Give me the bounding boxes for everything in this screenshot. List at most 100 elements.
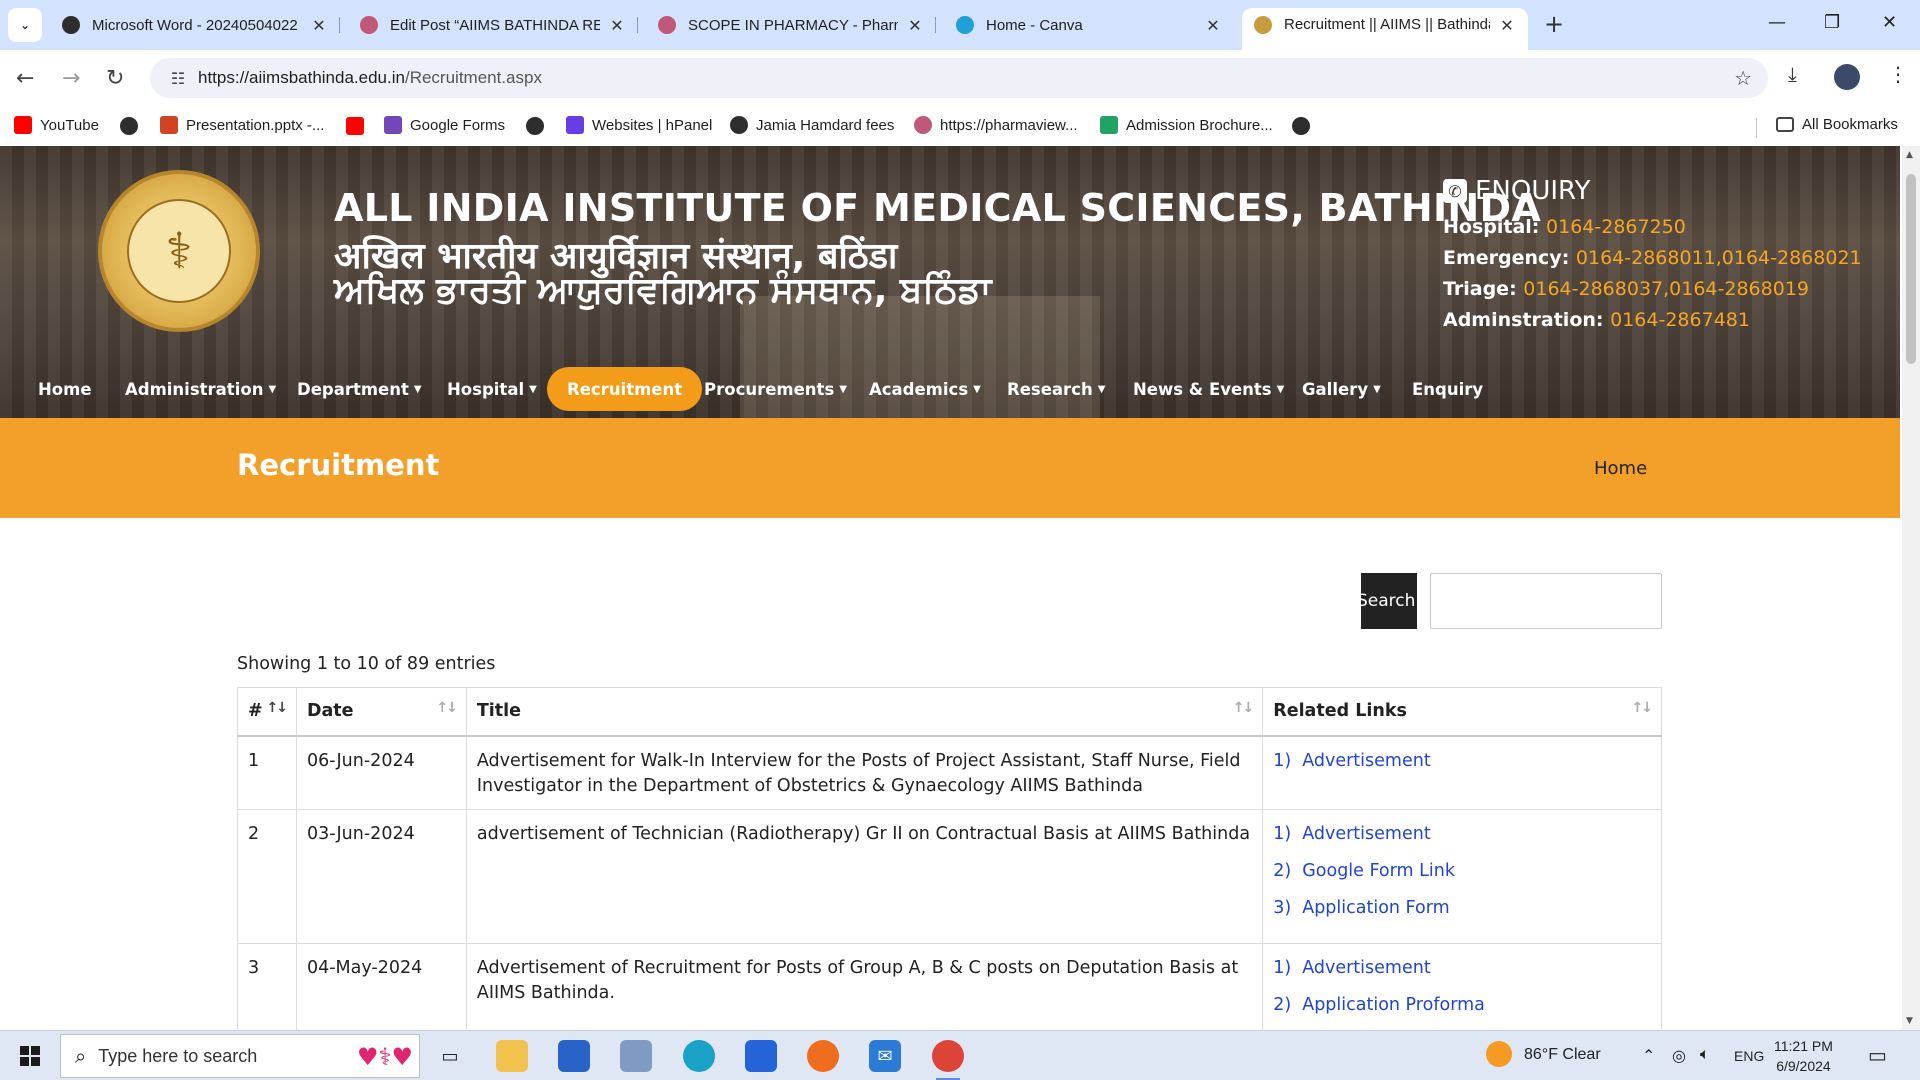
youtube-icon[interactable] xyxy=(346,117,364,135)
globe-icon[interactable] xyxy=(1292,117,1310,135)
tab-scope-in-pharmacy[interactable]: SCOPE IN PHARMACY - Pharma ✕ xyxy=(646,8,936,42)
close-icon[interactable]: ✕ xyxy=(906,16,924,35)
nav-recruitment[interactable]: Recruitment xyxy=(547,367,703,411)
address-bar[interactable]: ☷ https://aiimsbathinda.edu.in/Recruitme… xyxy=(150,58,1768,98)
search-input[interactable] xyxy=(1430,573,1662,629)
chevron-down-icon: ▼ xyxy=(529,383,537,395)
tab-canva[interactable]: Home - Canva ✕ xyxy=(944,8,1234,42)
reload-button[interactable]: ↻ xyxy=(106,66,124,91)
page-scrollbar[interactable]: ▲ ▼ xyxy=(1902,146,1920,1030)
caduceus-icon: ⚕ xyxy=(127,199,231,303)
nav-gallery[interactable]: Gallery ▼ xyxy=(1302,367,1381,411)
search-icon: ⌕ xyxy=(75,1044,87,1068)
column-header-number[interactable]: # ↑↓ xyxy=(237,687,297,737)
link-google-form[interactable]: 2) Google Form Link xyxy=(1273,859,1651,884)
nav-research[interactable]: Research ▼ xyxy=(1007,367,1105,411)
firefox-icon[interactable] xyxy=(807,1040,839,1072)
nav-academics[interactable]: Academics ▼ xyxy=(869,367,981,411)
close-icon[interactable]: ✕ xyxy=(310,16,328,35)
download-icon[interactable]: ⤓ xyxy=(1788,62,1797,86)
link-application-proforma[interactable]: 2) Application Proforma xyxy=(1273,993,1651,1018)
link-advertisement[interactable]: 1) Advertisement xyxy=(1273,956,1651,981)
sort-icon: ↑↓ xyxy=(436,700,458,716)
taskbar-search[interactable]: ⌕ Type here to search ♥⚕♥ xyxy=(60,1034,420,1078)
chrome-icon[interactable] xyxy=(932,1040,964,1080)
mail-icon[interactable]: ✉ xyxy=(869,1040,901,1072)
bookmark-pharmaview[interactable]: https://pharmaview... xyxy=(914,116,1078,134)
forward-button[interactable]: → xyxy=(62,66,80,91)
bookmark-jamia-hamdard[interactable]: Jamia Hamdard fees xyxy=(730,116,894,134)
task-view-icon[interactable]: ▭ xyxy=(434,1040,466,1072)
language-indicator[interactable]: ENG xyxy=(1734,1048,1764,1064)
close-icon[interactable]: ✕ xyxy=(1498,16,1516,35)
tab-microsoft-word[interactable]: Microsoft Word - 20240504022 ✕ xyxy=(50,8,340,42)
globe-icon[interactable] xyxy=(120,117,138,135)
tab-search-button[interactable]: ⌄ xyxy=(8,8,42,42)
enquiry-hospital: Hospital: 0164-2867250 xyxy=(1443,216,1686,238)
network-icon[interactable]: ◎ xyxy=(1672,1046,1686,1066)
nav-department[interactable]: Department ▼ xyxy=(297,367,422,411)
google-forms-icon xyxy=(384,116,402,134)
row-number: 3 xyxy=(237,942,297,1030)
nav-home[interactable]: Home xyxy=(38,367,92,411)
bookmark-star-icon[interactable]: ☆ xyxy=(1734,66,1752,90)
column-header-related-links[interactable]: Related Links ↑↓ xyxy=(1262,687,1662,737)
restore-button[interactable]: ❐ xyxy=(1824,12,1840,33)
new-tab-button[interactable]: + xyxy=(1544,10,1564,38)
profile-avatar[interactable] xyxy=(1834,64,1860,90)
microsoft-store-icon[interactable] xyxy=(558,1040,590,1072)
all-bookmarks-button[interactable]: All Bookmarks xyxy=(1776,116,1898,133)
edge-icon[interactable] xyxy=(683,1040,715,1072)
scroll-down-icon[interactable]: ▼ xyxy=(1906,1016,1913,1026)
tab-edit-post[interactable]: Edit Post “AIIMS BATHINDA REC ✕ xyxy=(348,8,638,42)
windows-start-icon[interactable] xyxy=(20,1046,40,1066)
column-header-title[interactable]: Title ↑↓ xyxy=(465,687,1264,737)
enquiry-heading: ENQUIRY xyxy=(1475,176,1591,206)
notifications-icon[interactable]: ▭ xyxy=(1868,1043,1887,1068)
back-button[interactable]: ← xyxy=(16,66,34,91)
scrollbar-thumb[interactable] xyxy=(1906,174,1916,364)
bookmark-hpanel[interactable]: Websites | hPanel xyxy=(566,116,712,134)
site-favicon-icon xyxy=(360,16,378,34)
site-info-icon[interactable]: ☷ xyxy=(158,69,198,88)
file-explorer-icon[interactable] xyxy=(496,1040,528,1072)
volume-icon[interactable]: 🔈︎ xyxy=(1700,1046,1710,1064)
close-icon[interactable]: ✕ xyxy=(608,16,626,35)
close-icon[interactable]: ✕ xyxy=(1204,16,1222,35)
link-application-form[interactable]: 3) Application Form xyxy=(1273,896,1651,921)
chevron-down-icon: ⌄ xyxy=(19,18,31,32)
bookmarks-divider xyxy=(1756,118,1757,138)
system-clock[interactable]: 11:21 PM 6/9/2024 xyxy=(1774,1036,1833,1076)
table-row: 1 06-Jun-2024 Advertisement for Walk-In … xyxy=(237,735,1662,810)
nav-administration[interactable]: Administration ▼ xyxy=(125,367,276,411)
stethoscope-hearts-icon: ♥⚕♥ xyxy=(356,1043,413,1071)
nav-hospital[interactable]: Hospital ▼ xyxy=(447,367,537,411)
weather-icon[interactable] xyxy=(1486,1041,1512,1067)
computer-icon[interactable] xyxy=(620,1040,652,1072)
enquiry-emergency: Emergency: 0164-2868011,0164-2868021 xyxy=(1443,247,1862,269)
bookmark-admission-brochure[interactable]: Admission Brochure... xyxy=(1100,116,1273,134)
chevron-down-icon: ▼ xyxy=(1373,383,1381,395)
power-automate-icon[interactable] xyxy=(745,1040,777,1072)
nav-news-events[interactable]: News & Events ▼ xyxy=(1133,367,1284,411)
nav-enquiry[interactable]: Enquiry xyxy=(1412,367,1483,411)
sort-icon: ↑↓ xyxy=(1232,700,1255,716)
bookmark-google-forms[interactable]: Google Forms xyxy=(384,116,505,134)
bookmark-presentation[interactable]: Presentation.pptx -... xyxy=(160,116,324,134)
scroll-up-icon[interactable]: ▲ xyxy=(1906,150,1913,160)
globe-icon[interactable] xyxy=(526,117,544,135)
aiims-logo[interactable]: ⚕ xyxy=(98,170,260,332)
menu-kebab-icon[interactable]: ⋮ xyxy=(1888,62,1908,86)
tab-recruitment-aiims[interactable]: Recruitment || AIIMS || Bathinda ✕ xyxy=(1242,8,1528,50)
breadcrumb-home[interactable]: Home xyxy=(1594,458,1647,479)
bookmark-youtube[interactable]: YouTube xyxy=(14,116,99,134)
weather-text[interactable]: 86°F Clear xyxy=(1524,1046,1601,1064)
minimize-button[interactable]: — xyxy=(1768,12,1786,33)
site-favicon-icon xyxy=(914,116,932,134)
window-close-button[interactable]: ✕ xyxy=(1882,12,1897,33)
nav-procurements[interactable]: Procurements ▼ xyxy=(704,367,847,411)
link-advertisement[interactable]: 1) Advertisement xyxy=(1273,749,1651,774)
link-advertisement[interactable]: 1) Advertisement xyxy=(1273,822,1651,847)
show-hidden-icons-chevron-icon[interactable]: ⌃ xyxy=(1642,1046,1655,1066)
column-header-date[interactable]: Date ↑↓ xyxy=(295,687,467,737)
